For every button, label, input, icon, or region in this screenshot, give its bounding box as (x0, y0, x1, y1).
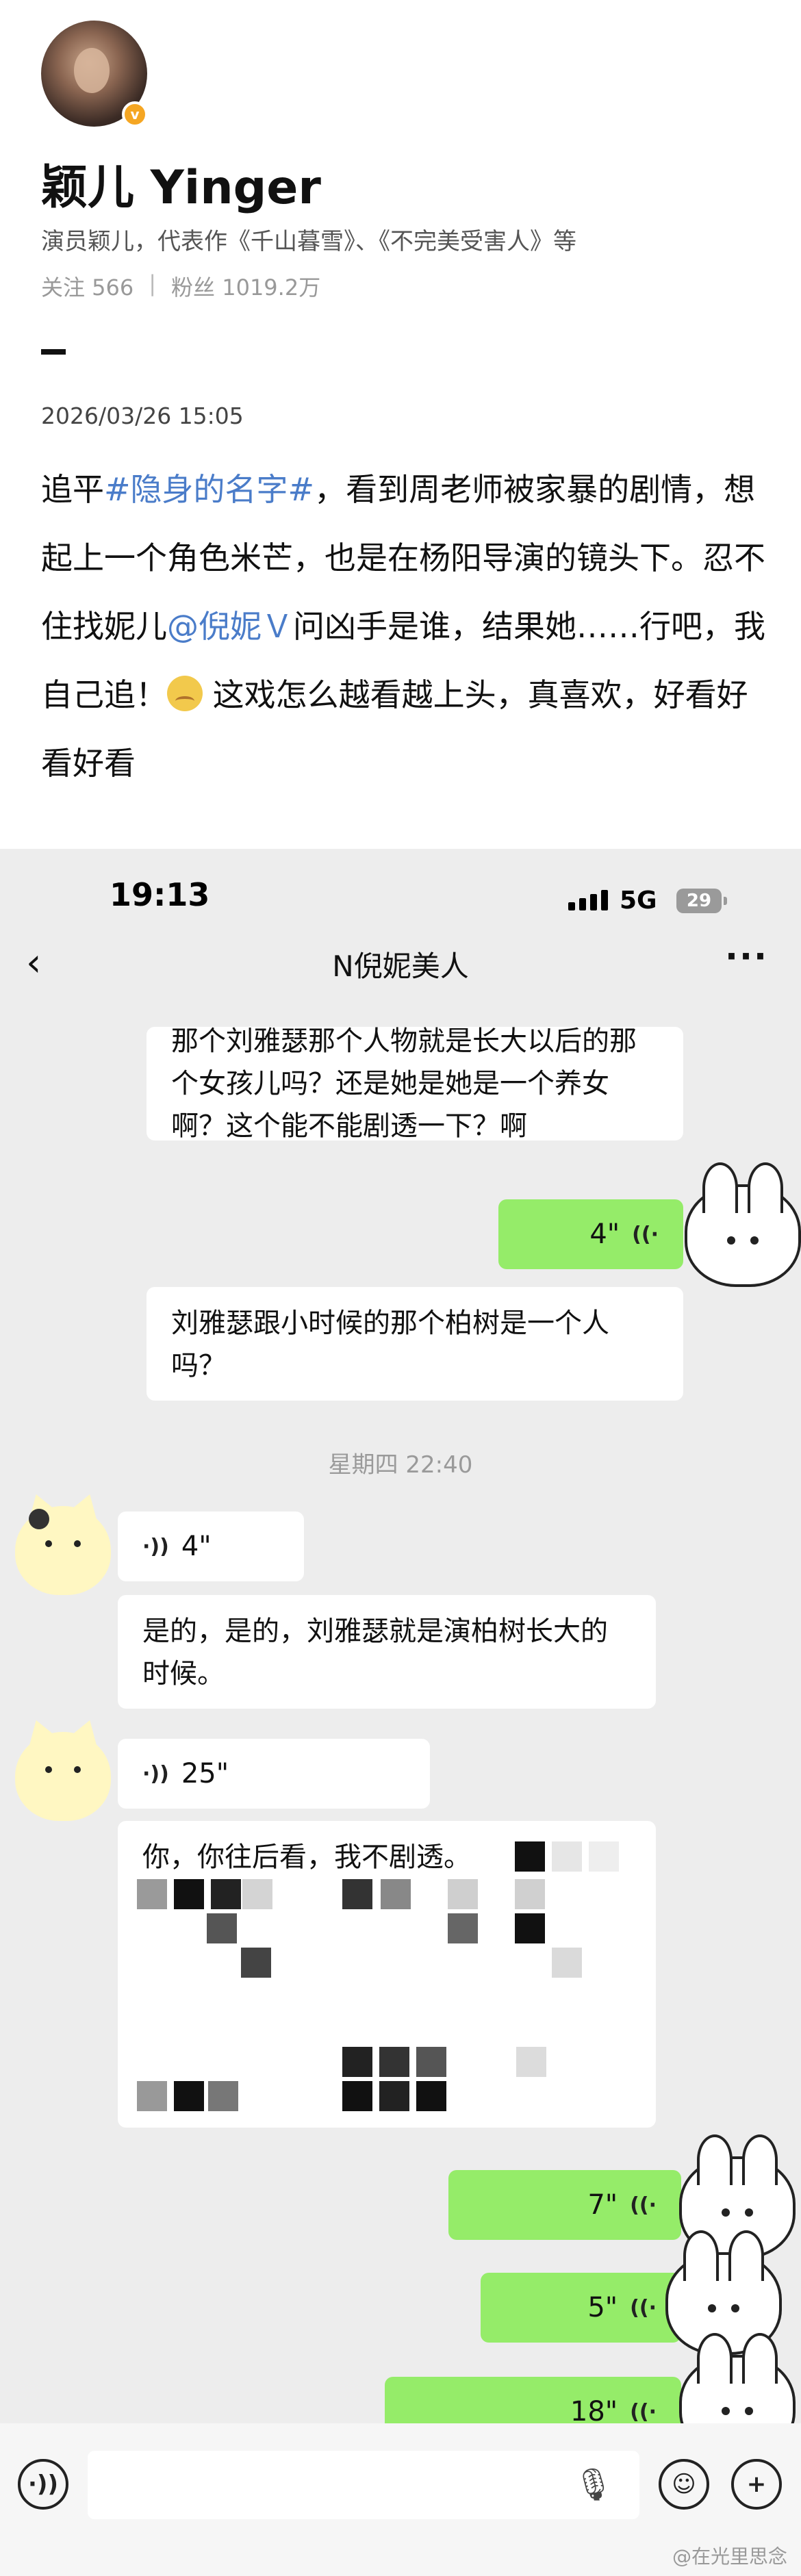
divider-mark (41, 349, 66, 355)
weibo-post: v 颖儿 Yinger 演员颖儿，代表作《千山暮雪》、《不完美受害人》等 关注 … (0, 0, 801, 849)
sender-avatar-bunny[interactable] (685, 1162, 801, 1287)
plus-icon[interactable]: + (731, 2459, 782, 2510)
voice-duration: 4" (589, 1219, 620, 1250)
hashtag-link[interactable]: #隐身的名字# (104, 471, 314, 508)
avatar-face (74, 48, 110, 93)
more-options-icon[interactable]: ··· (725, 936, 768, 976)
chat-timestamp: 星期四 22:40 (328, 1451, 473, 1479)
chat-screenshot: 19:13 5G 29 ‹ N倪妮美人 ··· 那个刘雅瑟那个人物就是长大以后的… (0, 849, 801, 2576)
voice-duration: 25" (181, 1758, 229, 1789)
voice-wave-icon: ·)) (142, 1761, 169, 1786)
voice-message-bubble[interactable]: 4" ((· (498, 1199, 683, 1269)
message-text: 是的，是的，刘雅瑟就是演柏树长大的时候。 (142, 1616, 608, 1689)
verified-badge-icon: v (122, 101, 148, 127)
stats-separator: | (149, 270, 157, 296)
message-text: 你，你往后看，我不剧透。 (142, 1841, 471, 1873)
voice-message-bubble[interactable]: 5" ((· (481, 2273, 681, 2343)
watermark: @在光里思念 (672, 2545, 787, 2568)
microphone-icon[interactable]: 🎙 (574, 2466, 613, 2503)
status-bar: 19:13 5G 29 (0, 849, 801, 924)
message-text: 刘雅瑟跟小时候的那个柏树是一个人吗？ (171, 1308, 609, 1381)
chat-title: N倪妮美人 (332, 949, 469, 983)
voice-message-bubble[interactable]: ·)) 4" (118, 1512, 304, 1581)
angry-face-icon (167, 676, 203, 711)
message-text: 那个刘雅瑟那个人物就是长大以后的那个女孩儿吗？还是她是她是一个养女啊？这个能不能… (171, 1027, 637, 1140)
message-bubble-text[interactable]: 那个刘雅瑟那个人物就是长大以后的那个女孩儿吗？还是她是她是一个养女啊？这个能不能… (147, 1027, 683, 1140)
profile-stats: 关注 566 | 粉丝 1019.2万 (41, 270, 320, 302)
signal-icon (568, 890, 608, 910)
voice-wave-icon: ((· (632, 1222, 659, 1247)
voice-duration: 4" (181, 1531, 212, 1562)
emoji-icon[interactable]: ☺ (659, 2459, 709, 2510)
voice-input-icon[interactable]: ·)) (18, 2459, 68, 2510)
message-input[interactable]: 🎙 (88, 2451, 639, 2519)
voice-message-bubble[interactable]: ·)) 25" (118, 1739, 430, 1809)
message-bubble-text[interactable]: 是的，是的，刘雅瑟就是演柏树长大的时候。 (118, 1595, 656, 1709)
battery-icon: 29 (676, 889, 727, 913)
contact-avatar-cat[interactable] (15, 1506, 111, 1595)
post-time: 2026/03/26 15:05 (41, 403, 244, 429)
mention-link[interactable]: @倪妮Ｖ (167, 608, 293, 645)
voice-wave-icon: ((· (630, 2295, 657, 2320)
contact-avatar-cat[interactable] (15, 1732, 111, 1821)
chat-nav-bar: ‹ N倪妮美人 ··· (0, 924, 801, 999)
chat-input-bar: ·)) 🎙 ☺ + @在光里思念 (0, 2423, 801, 2576)
voice-wave-icon: ·)) (142, 1534, 169, 1559)
profile-name[interactable]: 颖儿 Yinger (41, 149, 321, 217)
following-count[interactable]: 关注 566 (41, 270, 134, 302)
voice-duration: 7" (587, 2189, 618, 2221)
network-label: 5G (620, 887, 657, 915)
followers-count[interactable]: 粉丝 1019.2万 (171, 270, 320, 302)
profile-bio: 演员颖儿，代表作《千山暮雪》、《不完美受害人》等 (41, 228, 576, 255)
voice-wave-icon: ((· (630, 2399, 657, 2424)
message-bubble-text[interactable]: 刘雅瑟跟小时候的那个柏树是一个人吗？ (147, 1287, 683, 1401)
post-text-1: 追平 (41, 471, 104, 508)
status-clock: 19:13 (110, 876, 210, 913)
post-body: 追平#隐身的名字#，看到周老师被家暴的剧情，想起上一个角色米芒，也是在杨阳导演的… (41, 455, 767, 798)
voice-message-bubble[interactable]: 7" ((· (448, 2170, 681, 2240)
voice-duration: 5" (587, 2292, 618, 2323)
voice-wave-icon: ((· (630, 2193, 657, 2217)
